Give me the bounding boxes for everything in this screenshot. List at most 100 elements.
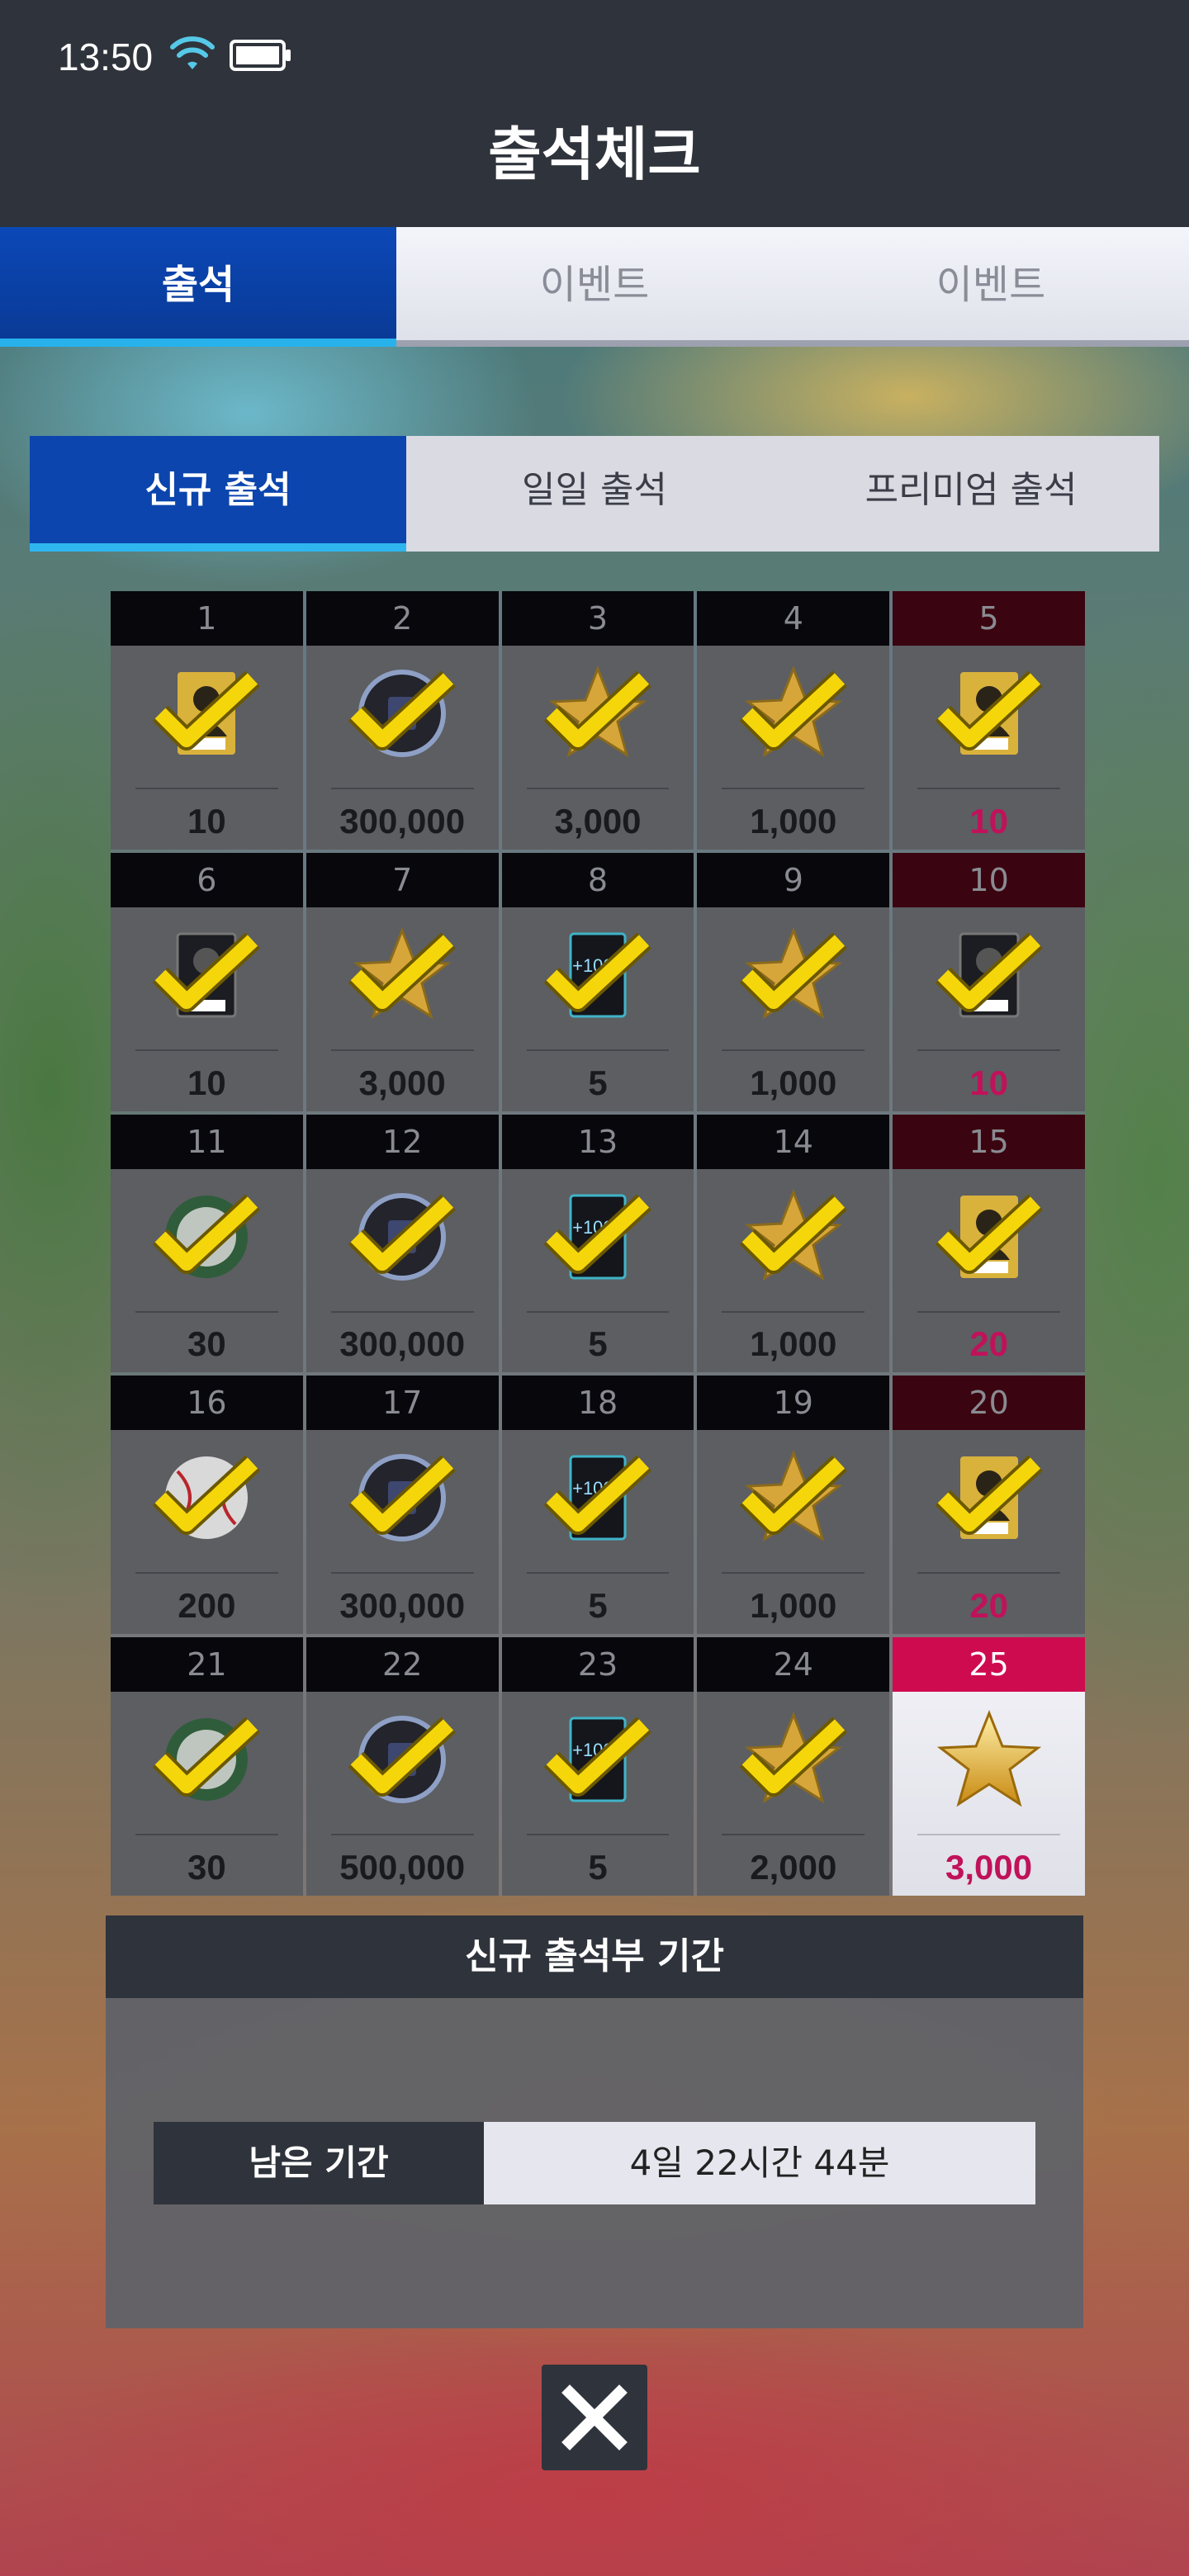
attendance-calendar-grid: 1 10 2 300,000 3 3,000 4 1,000 5 10 6 10 7 3,000 8 +100…: [111, 591, 1085, 1896]
attendance-day-cell[interactable]: 24 2,000: [697, 1637, 890, 1896]
divider: [526, 788, 670, 789]
claimed-check-icon: [153, 1194, 261, 1274]
day-number: 23: [501, 1637, 694, 1693]
reward-amount: 5: [588, 1847, 608, 1887]
reward-amount: 2,000: [750, 1847, 837, 1887]
reward-amount: 200: [178, 1586, 236, 1626]
reward-amount: 20: [969, 1586, 1008, 1626]
claimed-check-icon: [543, 1717, 651, 1797]
reward-amount: 10: [969, 801, 1008, 841]
attendance-day-cell[interactable]: 12 300,000: [306, 1114, 499, 1373]
day-number: 18: [501, 1376, 694, 1431]
attendance-day-cell[interactable]: 6 10: [111, 852, 303, 1111]
remaining-period-label: 남은 기간: [154, 2122, 484, 2204]
claimed-check-icon: [935, 1194, 1043, 1274]
tab-event-2[interactable]: 이벤트: [793, 227, 1189, 347]
divider: [330, 1572, 474, 1574]
reward-amount: 30: [187, 1324, 226, 1364]
reward-amount: 500,000: [339, 1847, 466, 1887]
status-bar: 13:50: [0, 0, 1189, 116]
claimed-check-icon: [935, 1455, 1043, 1536]
claimed-check-icon: [543, 1194, 651, 1274]
attendance-day-cell[interactable]: 17 300,000: [306, 1376, 499, 1635]
day-number: 13: [501, 1114, 694, 1169]
attendance-day-cell[interactable]: 1 10: [111, 591, 303, 850]
attendance-day-cell[interactable]: 5 10: [893, 591, 1085, 850]
reward-amount: 1,000: [750, 1063, 837, 1102]
day-number: 21: [111, 1637, 303, 1693]
divider: [917, 1572, 1060, 1574]
day-number: 12: [306, 1114, 499, 1169]
day-number: 4: [697, 591, 890, 646]
divider: [722, 1834, 865, 1836]
tab-attendance[interactable]: 출석: [0, 227, 396, 347]
attendance-day-cell[interactable]: 2 300,000: [306, 591, 499, 850]
attendance-day-cell[interactable]: 22 500,000: [306, 1637, 499, 1896]
subtab-daily-attendance[interactable]: 일일 출석: [406, 436, 783, 552]
day-number: 8: [501, 852, 694, 907]
claimed-check-icon: [739, 1194, 847, 1274]
reward-amount: 1,000: [750, 1324, 837, 1364]
divider: [722, 1310, 865, 1313]
day-number: 7: [306, 852, 499, 907]
divider: [135, 1572, 278, 1574]
star-icon: [936, 1710, 1041, 1807]
subtab-new-attendance[interactable]: 신규 출석: [30, 436, 406, 552]
divider: [135, 1310, 278, 1313]
day-number: 25: [893, 1637, 1085, 1693]
tab-event-1[interactable]: 이벤트: [396, 227, 793, 347]
divider: [330, 788, 474, 789]
divider: [917, 1049, 1060, 1051]
claimed-check-icon: [153, 1717, 261, 1797]
period-panel: 신규 출석부 기간 남은 기간 4일 22시간 44분: [106, 1915, 1083, 2328]
day-number: 3: [501, 591, 694, 646]
claimed-check-icon: [153, 1455, 261, 1536]
attendance-day-cell[interactable]: 9 1,000: [697, 852, 890, 1111]
attendance-day-cell[interactable]: 16 200: [111, 1376, 303, 1635]
day-number: 1: [111, 591, 303, 646]
wifi-icon: [170, 36, 215, 69]
reward-amount: 10: [187, 801, 226, 841]
attendance-day-cell[interactable]: 25 3,000: [893, 1637, 1085, 1896]
claimed-check-icon: [543, 670, 651, 751]
attendance-day-cell[interactable]: 7 3,000: [306, 852, 499, 1111]
divider: [917, 788, 1060, 789]
divider: [722, 1572, 865, 1574]
reward-amount: 1,000: [750, 801, 837, 841]
divider: [526, 1834, 670, 1836]
attendance-day-cell[interactable]: 18 +1000 5: [501, 1376, 694, 1635]
attendance-subtabs: 신규 출석 일일 출석 프리미엄 출석: [30, 436, 1159, 552]
attendance-day-cell[interactable]: 20 20: [893, 1376, 1085, 1635]
reward-amount: 5: [588, 1586, 608, 1626]
divider: [330, 1834, 474, 1836]
divider: [722, 788, 865, 789]
divider: [526, 1049, 670, 1051]
attendance-day-cell[interactable]: 15 20: [893, 1114, 1085, 1373]
day-number: 19: [697, 1376, 890, 1431]
claimed-check-icon: [543, 1455, 651, 1536]
reward-amount: 3,000: [554, 801, 642, 841]
divider: [917, 1834, 1060, 1836]
reward-amount: 10: [187, 1063, 226, 1102]
reward-amount: 300,000: [339, 1586, 466, 1626]
attendance-day-cell[interactable]: 21 30: [111, 1637, 303, 1896]
attendance-day-cell[interactable]: 19 1,000: [697, 1376, 890, 1635]
attendance-day-cell[interactable]: 14 1,000: [697, 1114, 890, 1373]
claimed-check-icon: [543, 932, 651, 1012]
claimed-check-icon: [739, 1455, 847, 1536]
close-button[interactable]: [542, 2365, 647, 2470]
day-number: 2: [306, 591, 499, 646]
attendance-day-cell[interactable]: 3 3,000: [501, 591, 694, 850]
divider: [135, 1834, 278, 1836]
subtab-premium-attendance[interactable]: 프리미엄 출석: [783, 436, 1159, 552]
claimed-check-icon: [153, 932, 261, 1012]
attendance-day-cell[interactable]: 8 +1000 5: [501, 852, 694, 1111]
claimed-check-icon: [935, 670, 1043, 751]
reward-amount: 300,000: [339, 801, 466, 841]
attendance-day-cell[interactable]: 4 1,000: [697, 591, 890, 850]
attendance-day-cell[interactable]: 13 +1000 5: [501, 1114, 694, 1373]
attendance-day-cell[interactable]: 23 +1000 5: [501, 1637, 694, 1896]
attendance-day-cell[interactable]: 10 10: [893, 852, 1085, 1111]
attendance-day-cell[interactable]: 11 30: [111, 1114, 303, 1373]
claimed-check-icon: [153, 670, 261, 751]
